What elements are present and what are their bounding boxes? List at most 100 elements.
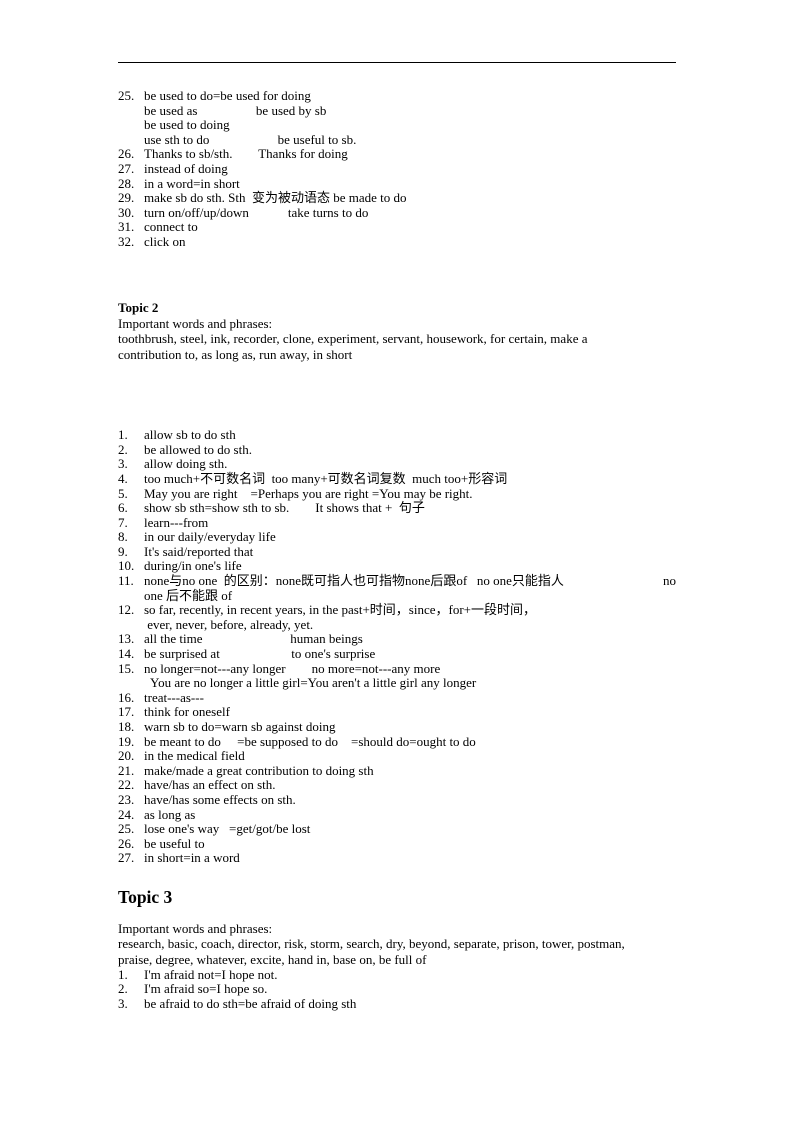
topic3-words-list: research, basic, coach, director, risk, …: [118, 936, 676, 967]
list-item: 26. Thanks to sb/sth. Thanks for doing: [118, 147, 676, 162]
list-item: 7. learn---from: [118, 514, 676, 531]
list-item-text: no longer=not---any longer no more=not--…: [144, 660, 441, 676]
list-item-text: have/has some effects on sth.: [144, 791, 296, 807]
list-item-number: 16.: [118, 689, 135, 705]
list-item-text: instead of doing: [144, 160, 228, 176]
list-item-text: treat---as---: [144, 689, 204, 705]
list-item-text: in our daily/everyday life: [144, 529, 276, 545]
list-item-text: May you are right =Perhaps you are right…: [144, 485, 473, 501]
topic2-list: 1. allow sb to do sth 2. be allowed to do s…: [118, 428, 676, 866]
list-item-number: 28.: [118, 175, 135, 191]
list-item-number: 9.: [118, 543, 128, 559]
topic2-words-list: toothbrush, steel, ink, recorder, clone,…: [118, 331, 676, 362]
list-item-number: 25.: [118, 821, 135, 837]
list-item-number: 26.: [118, 146, 135, 162]
list-item-text: in short=in a word: [144, 850, 240, 866]
list-item-subline: one 后不能跟 of: [144, 587, 233, 603]
list-item-number: 18.: [118, 719, 135, 734]
list-item: 13. all the time human beings: [118, 632, 676, 647]
list-item-text: be afraid to do sth=be afraid of doing s…: [144, 995, 357, 1011]
list-item-text: lose one's way =get/got/be lost: [144, 821, 311, 837]
list-item-text: have/has an effect on sth.: [144, 777, 276, 793]
list-item-text: be surprised at to one's surprise: [144, 646, 376, 662]
list-item: 9. It's said/reported that: [118, 543, 676, 560]
list-item: 20. in the medical field: [118, 749, 676, 764]
list-item: 3. be afraid to do sth=be afraid of doing…: [118, 995, 676, 1012]
list-item-text-left: none与no one 的区别：none既可指人也可指物none后跟of no …: [144, 573, 564, 589]
list-item-text: be used to do=be used for doing: [144, 88, 311, 103]
page-content: 25. be used to do=be used for doing be use…: [118, 62, 676, 1011]
list-item-text: show sb sth=show sth to sb. It shows tha…: [144, 500, 425, 516]
list-item-subline: be used as be used by sb: [144, 102, 327, 118]
list-item-text: I'm afraid not=I hope not.: [144, 966, 278, 982]
list-item-number: 17.: [118, 704, 135, 720]
list-item-number: 12.: [118, 602, 135, 618]
list-item-text: I'm afraid so=I hope so.: [144, 981, 268, 997]
list-item-text: in a word=in short: [144, 175, 240, 191]
list-item: 6. show sb sth=show sth to sb. It shows t…: [118, 500, 676, 516]
list-item-text: be allowed to do sth.: [144, 441, 252, 457]
list-item: 25. lose one's way =get/got/be lost: [118, 822, 676, 837]
list-item: 1. I'm afraid not=I hope not.: [118, 966, 676, 983]
list-item: 16. treat---as---: [118, 689, 676, 706]
list-item-text: be useful to: [144, 835, 205, 851]
list-item: 4. too much+不可数名词 too many+可数名词复数 much to…: [118, 471, 676, 487]
list-item-text: in the medical field: [144, 748, 245, 764]
list-item-text: make sb do sth. Sth 变为被动语态 be made to do: [144, 190, 407, 206]
list-item-text: learn---from: [144, 514, 209, 530]
topic3-words-label: Important words and phrases:: [118, 920, 273, 936]
list-item: 25. be used to do=be used for doing be use…: [118, 88, 676, 147]
list-item-number: 3.: [118, 456, 128, 472]
list-item-number: 26.: [118, 835, 135, 851]
list-item: 12. so far, recently, in recent years, in…: [118, 603, 676, 632]
document-page: 25. be used to do=be used for doing be use…: [0, 0, 794, 1123]
list-item-text: so far, recently, in recent years, in th…: [144, 602, 536, 618]
list-item-number: 7.: [118, 514, 128, 530]
list-item: 3. allow doing sth.: [118, 457, 676, 472]
list-item-number: 8.: [118, 529, 128, 545]
topic2-heading: Topic 2: [118, 299, 159, 315]
list-item-number: 21.: [118, 762, 135, 778]
list-item: 26. be useful to: [118, 835, 676, 852]
list-item: 32. click on: [118, 233, 676, 250]
list-item-number: 20.: [118, 748, 135, 764]
list-item-number: 25.: [118, 88, 135, 103]
list-item-number: 15.: [118, 660, 135, 676]
list-item-number: 27.: [118, 850, 135, 866]
list-item: 30. turn on/off/up/down take turns to do: [118, 205, 676, 221]
list-item-text: connect to: [144, 219, 198, 235]
list-item-number: 10.: [118, 558, 135, 574]
list-item-text: allow sb to do sth: [144, 427, 236, 443]
list-item: 23. have/has some effects on sth.: [118, 791, 676, 808]
list-item: 2. be allowed to do sth.: [118, 441, 676, 458]
list-item-text: click on: [144, 233, 186, 249]
topic2-words-line-2: contribution to, as long as, run away, i…: [118, 346, 353, 362]
list-item: 15. no longer=not---any longer no more=no…: [118, 660, 676, 691]
list-item-text: be meant to do =be supposed to do =shoul…: [144, 733, 476, 749]
list-item-number: 19.: [118, 733, 135, 749]
topic1-continued-list: 25. be used to do=be used for doing be use…: [118, 88, 676, 250]
list-item-number: 1.: [118, 966, 128, 982]
list-item: 29. make sb do sth. Sth 变为被动语态 be made to…: [118, 191, 676, 206]
list-item-number: 29.: [118, 190, 135, 206]
list-item-text: all the time human beings: [144, 631, 363, 647]
list-item-text: It's said/reported that: [144, 543, 254, 559]
list-item: 14. be surprised at to one's surprise: [118, 646, 676, 662]
topic3-heading: Topic 3: [118, 886, 173, 907]
list-item: 10. during/in one's life: [118, 559, 676, 574]
list-item-subline: ever, never, before, already, yet.: [144, 616, 314, 632]
list-item: 27. instead of doing: [118, 160, 676, 177]
list-item: 27. in short=in a word: [118, 851, 676, 866]
list-item: 21. make/made a great contribution to doi…: [118, 762, 676, 779]
list-item-number: 14.: [118, 646, 135, 662]
list-item: 24. as long as: [118, 807, 676, 823]
list-item-text: allow doing sth.: [144, 456, 228, 472]
list-item-number: 11.: [118, 573, 134, 589]
topic3-list: 1. I'm afraid not=I hope not. 2. I'm afraid…: [118, 966, 676, 1012]
list-item-text-right: no: [663, 573, 676, 589]
